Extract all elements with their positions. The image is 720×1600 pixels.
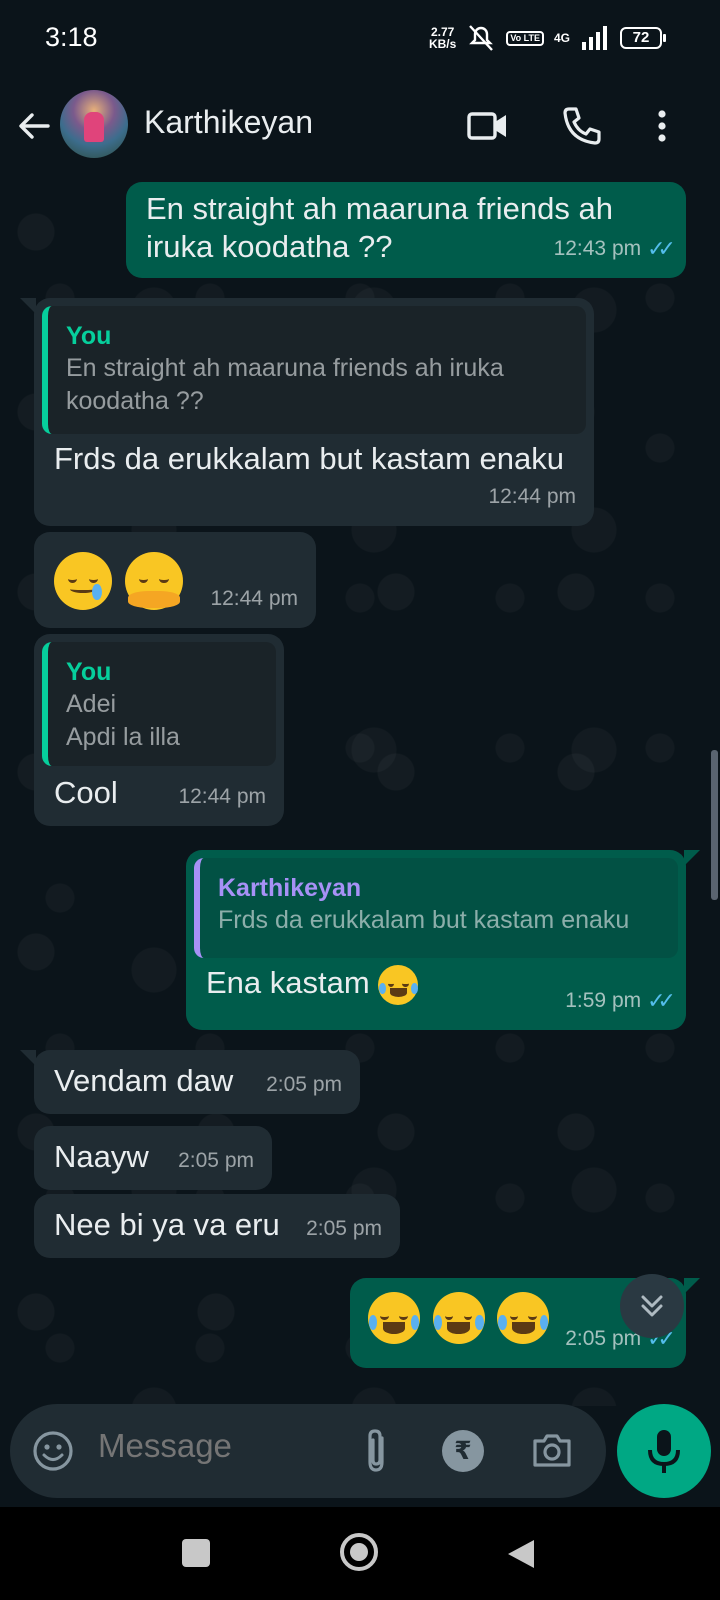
status-bar: 3:18 2.77 KB/s Vo LTE 4G 72 [0,0,720,78]
message-time: 12:44 pm [488,485,576,508]
message-time: 12:44 pm [178,785,266,808]
network-speed: 2.77 KB/s [428,25,457,51]
incoming-message[interactable]: You En straight ah maaruna friends ah ir… [20,298,594,526]
attach-icon[interactable] [356,1426,396,1476]
chat-area[interactable]: En straight ah maaruna friends ah iruka … [0,178,720,1406]
mute-icon [469,25,494,51]
quote-text-line: Apdi la illa [66,723,180,751]
message-time: 1:59 pm [565,989,642,1012]
microphone-icon [648,1430,680,1473]
network-type: 4G [553,31,570,45]
message-time: 12:43 pm [553,237,642,260]
message-time: 2:05 pm [266,1073,342,1096]
emoji-group [54,552,187,610]
chat-scrollbar[interactable] [711,750,718,900]
message-text: Ena kastam [206,964,422,1005]
more-options-icon[interactable] [640,104,684,148]
quote-text: En straight ah maaruna friends ah iruka … [66,354,504,415]
smiling-face-with-tear-icon [54,552,112,610]
quoted-reply[interactable]: You Adei Apdi la illa [42,642,276,766]
scroll-to-bottom-button[interactable] [620,1274,684,1338]
volte-badge: Vo LTE [506,30,544,46]
signal-icon [582,26,607,50]
outgoing-message[interactable]: En straight ah maaruna friends ah iruka … [126,182,686,278]
message-time: 2:05 pm [306,1217,382,1240]
message-meta: 12:44 pm [178,778,266,816]
message-text: Naayw [54,1139,149,1174]
contact-name[interactable]: Karthikeyan [144,104,313,141]
message-text: Nee bi ya va eru [54,1207,280,1242]
quote-text-line: Adei [66,690,117,718]
face-with-tears-of-joy-icon [432,1292,485,1344]
message-meta: 2:05 pm [266,1066,342,1104]
message-meta: 12:43 pm ✓✓ [553,230,676,268]
message-text: Cool [54,775,118,810]
outgoing-message[interactable]: Karthikeyan Frds da erukkalam but kastam… [186,850,700,1030]
quote-text: Frds da erukkalam but kastam enaku [218,906,630,934]
avatar-figure [84,112,104,142]
back-arrow-icon[interactable] [14,106,54,146]
recents-square-icon[interactable] [180,1537,212,1569]
emoji-icon[interactable] [32,1430,74,1472]
message-meta: 2:05 pm [178,1142,254,1180]
incoming-message[interactable]: You Adei Apdi la illa Cool 12:44 pm [34,634,284,826]
face-with-tears-of-joy-icon [368,1292,420,1344]
double-chevron-down-icon [641,1295,663,1317]
home-circle-icon[interactable] [338,1531,380,1573]
read-ticks-icon: ✓✓ [647,988,676,1013]
message-time: 2:05 pm [178,1149,254,1172]
battery-icon: 72 [620,27,666,49]
message-composer: ₹ [10,1404,606,1498]
message-time: 12:44 pm [210,587,298,610]
system-navigation-bar [0,1507,720,1600]
message-text: Frds da erukkalam but kastam enaku [54,441,565,476]
face-with-tears-of-joy-icon [378,964,419,1005]
message-text: Vendam daw [54,1063,234,1098]
face-with-tears-of-joy-icon [497,1292,550,1344]
incoming-message[interactable]: 12:44 pm [34,532,316,628]
camera-icon[interactable] [530,1428,574,1472]
message-meta: 12:44 pm [210,580,298,618]
message-input[interactable] [96,1426,330,1466]
hugging-face-icon [124,552,183,610]
quoted-reply[interactable]: Karthikeyan Frds da erukkalam but kastam… [194,858,678,958]
status-icons: 2.77 KB/s Vo LTE 4G 72 [428,24,666,52]
voice-call-icon[interactable] [560,104,604,148]
chat-header: Karthikeyan [0,78,720,178]
quote-author: You [66,322,112,350]
payment-rupee-icon[interactable]: ₹ [442,1430,484,1472]
message-meta: 2:05 pm [306,1210,382,1248]
message-meta: 12:44 pm [488,478,576,516]
read-ticks-icon: ✓✓ [647,236,676,261]
incoming-message[interactable]: Vendam daw 2:05 pm [20,1050,360,1114]
message-meta: 1:59 pm ✓✓ [565,982,676,1020]
quote-author: Karthikeyan [218,874,362,902]
incoming-message[interactable]: Naayw 2:05 pm [34,1126,272,1190]
quoted-reply[interactable]: You En straight ah maaruna friends ah ir… [42,306,586,434]
video-call-icon[interactable] [466,104,510,148]
message-text-content: Ena kastam [206,965,370,1000]
back-triangle-icon[interactable] [504,1537,538,1571]
contact-avatar[interactable] [60,90,128,158]
emoji-group [368,1292,553,1344]
status-time: 3:18 [45,22,98,52]
quote-author: You [66,658,112,686]
voice-message-button[interactable] [617,1404,711,1498]
incoming-message[interactable]: Nee bi ya va eru 2:05 pm [34,1194,400,1258]
